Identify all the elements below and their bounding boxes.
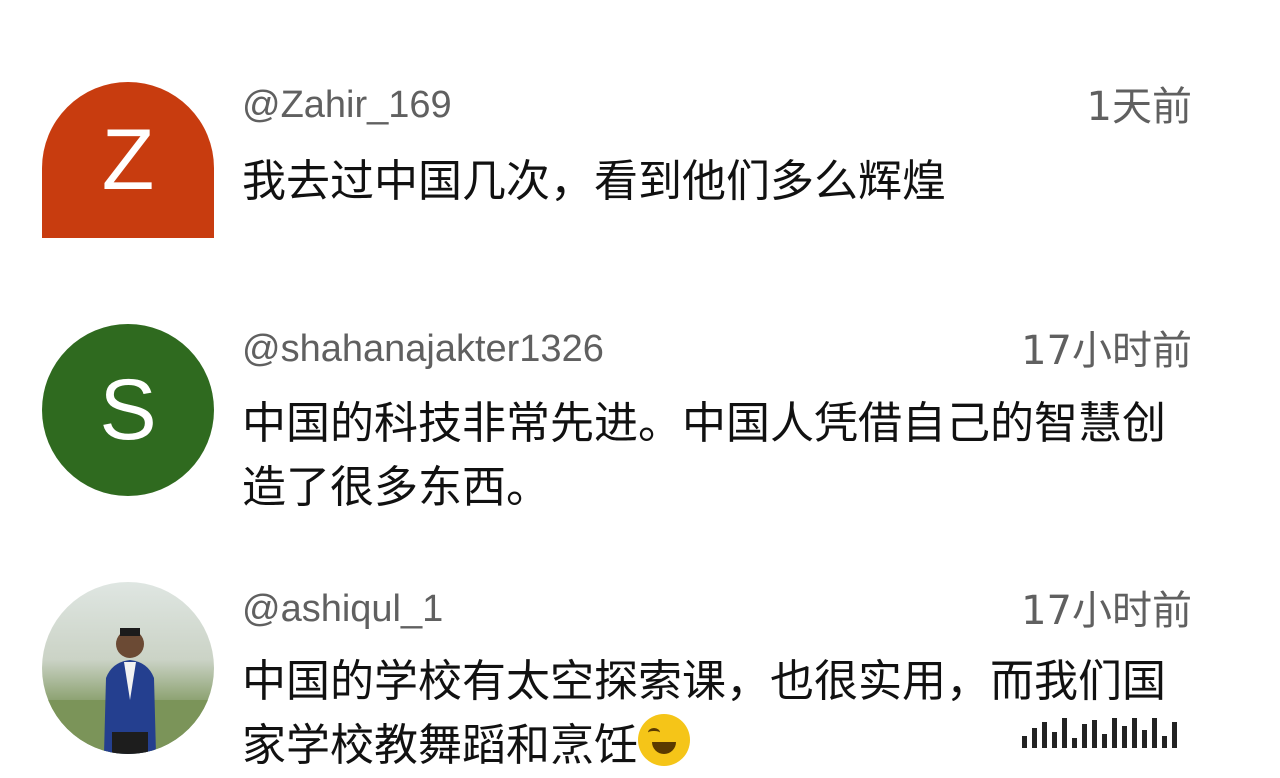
avatar-letter: Z [101,112,155,208]
comment-timestamp: 1天前 [1086,84,1192,130]
comment-text-container: 中国的学校有太空探索课，也很实用，而我们国家学校教舞蹈和烹饪 [242,650,1192,778]
comment-username[interactable]: @ashiqul_1 [242,586,443,632]
avatar[interactable]: S [42,324,214,496]
avatar[interactable]: Z [42,82,214,238]
comment-text: 我去过中国几次，看到他们多么辉煌 [242,156,946,207]
watermark-barcode [1022,718,1258,748]
comment-timestamp: 17小时前 [1021,328,1192,374]
comment-username[interactable]: @shahanajakter1326 [242,326,604,372]
person-photo-icon [42,628,214,754]
laughing-with-tears-emoji-icon [638,714,690,766]
avatar-letter: S [99,362,157,458]
comment-text: 中国的学校有太空探索课，也很实用，而我们国家学校教舞蹈和烹饪 [242,656,1166,771]
comment-text: 中国的科技非常先进。中国人凭借自己的智慧创造了很多东西。 [242,398,1166,513]
comment-username[interactable]: @Zahir_169 [242,82,452,128]
avatar[interactable] [42,582,214,754]
comment-timestamp: 17小时前 [1021,588,1192,634]
